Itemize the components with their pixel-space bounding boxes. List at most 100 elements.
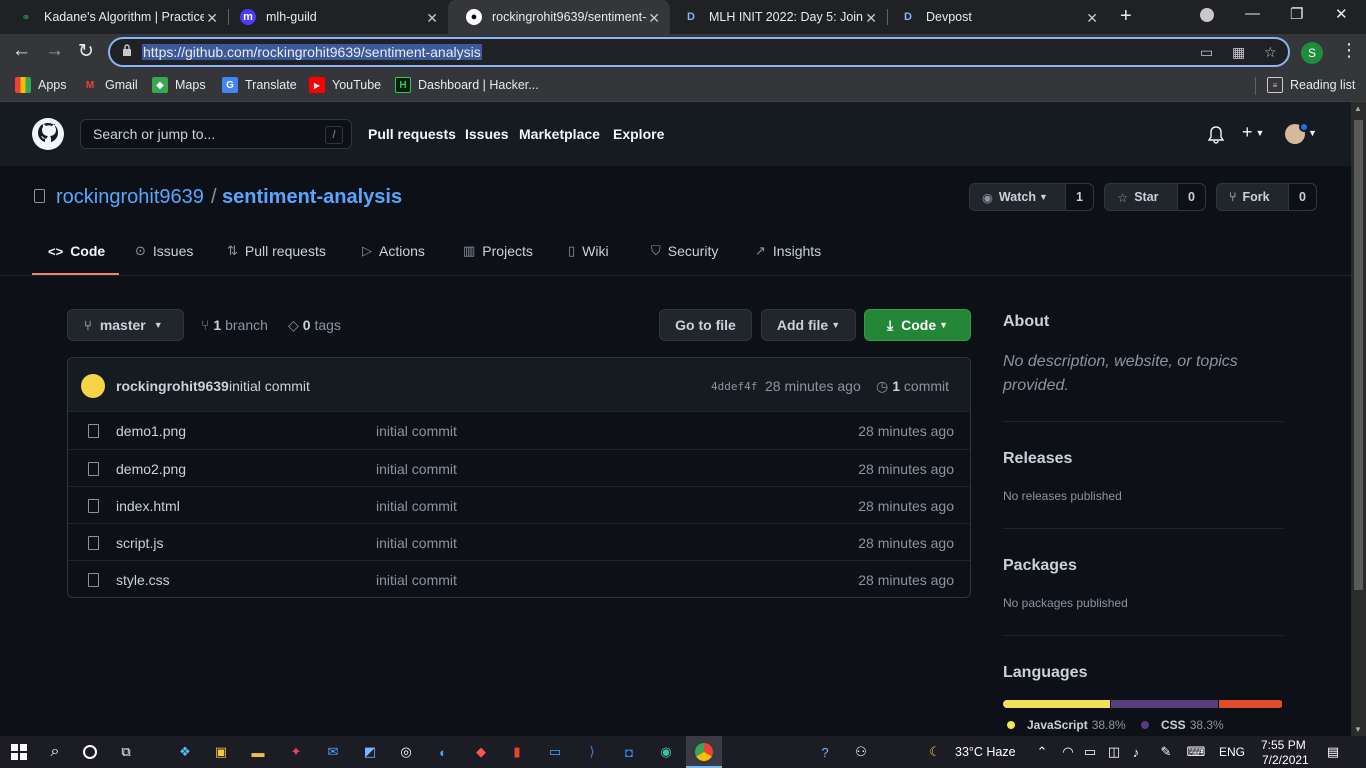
tab-search-icon[interactable]	[1200, 8, 1214, 22]
volume-icon[interactable]: ♪	[1126, 742, 1146, 762]
bookmark-translate[interactable]: G Translate	[222, 77, 297, 93]
repo-owner-link[interactable]: rockingrohit9639	[56, 186, 204, 209]
input-language[interactable]: ENG	[1219, 745, 1245, 759]
task-view-icon[interactable]: ⧉	[116, 742, 136, 762]
forward-icon[interactable]: →	[45, 40, 64, 62]
show-hidden-icons-icon[interactable]: ⌃	[1032, 742, 1052, 762]
reload-icon[interactable]: ↻	[78, 40, 94, 63]
browser-tab-active[interactable]: ● rockingrohit9639/sentiment-a ✕	[448, 0, 670, 34]
file-row[interactable]: demo2.png initial commit 28 minutes ago	[68, 449, 970, 486]
qr-code-icon[interactable]: ▦	[1232, 44, 1245, 61]
clock-date[interactable]: 7/2/2021	[1262, 753, 1309, 767]
close-tab-icon[interactable]: ✕	[426, 10, 438, 27]
keyboard-icon[interactable]: ⌨	[1186, 742, 1206, 762]
file-commit-message[interactable]: initial commit	[376, 572, 457, 588]
tab-projects[interactable]: ▥ Projects	[463, 243, 533, 259]
close-tab-icon[interactable]: ✕	[648, 10, 660, 27]
cast-icon[interactable]: ▭	[1200, 44, 1213, 61]
fork-button[interactable]: ⑂ Fork 0	[1216, 183, 1317, 211]
browser-tab[interactable]: m mlh-guild ✕	[222, 0, 448, 34]
app-icon[interactable]: ✦	[286, 742, 306, 762]
vm-icon[interactable]: ◩	[360, 742, 380, 762]
bookmark-youtube[interactable]: ▶ YouTube	[309, 77, 381, 93]
file-explorer-icon[interactable]: ▬	[248, 742, 268, 762]
chevron-down-icon[interactable]: ▼	[1308, 128, 1317, 138]
nav-marketplace[interactable]: Marketplace	[519, 126, 600, 142]
address-bar[interactable]: https://github.com/rockingrohit9639/sent…	[108, 37, 1290, 67]
new-tab-icon[interactable]: +	[1120, 5, 1132, 28]
windows-start-icon[interactable]	[9, 742, 29, 762]
star-button[interactable]: ☆ Star 0	[1104, 183, 1206, 211]
tab-issues[interactable]: ⊙ Issues	[135, 243, 193, 259]
watch-button[interactable]: ◉ Watch ▼ 1	[969, 183, 1094, 211]
battery-icon[interactable]: ▭	[1080, 742, 1100, 762]
repo-name-link[interactable]: sentiment-analysis	[222, 186, 402, 209]
commit-sha[interactable]: 4ddef4f	[711, 380, 757, 393]
url-text[interactable]: https://github.com/rockingrohit9639/sent…	[142, 44, 482, 60]
vscode-icon[interactable]: ⟩	[582, 742, 602, 762]
cortana-icon[interactable]	[80, 742, 100, 762]
language-javascript[interactable]: JavaScript 38.8%	[1007, 718, 1126, 732]
tab-wiki[interactable]: ▯ Wiki	[568, 243, 609, 259]
scroll-up-icon[interactable]: ▲	[1354, 104, 1362, 113]
branch-selector[interactable]: ⑂ master ▼	[67, 309, 184, 341]
back-icon[interactable]: ←	[12, 40, 31, 62]
nav-explore[interactable]: Explore	[613, 126, 664, 142]
file-name[interactable]: demo1.png	[116, 423, 186, 439]
pen-icon[interactable]: ✎	[1156, 742, 1176, 762]
close-tab-icon[interactable]: ✕	[865, 10, 877, 27]
office-icon[interactable]: ▮	[507, 742, 527, 762]
bookmark-gmail[interactable]: M Gmail	[82, 77, 138, 93]
weather-text[interactable]: 33°C Haze	[955, 745, 1016, 759]
minimize-icon[interactable]: —	[1245, 5, 1260, 22]
commit-message[interactable]: initial commit	[229, 378, 310, 394]
watch-count[interactable]: 1	[1065, 184, 1093, 210]
file-row[interactable]: index.html initial commit 28 minutes ago	[68, 486, 970, 523]
browser-tab[interactable]: ⚭ Kadane's Algorithm | Practice ✕	[0, 0, 228, 34]
go-to-file-button[interactable]: Go to file	[659, 309, 752, 341]
browser-tab[interactable]: D MLH INIT 2022: Day 5: Join us ✕	[665, 0, 887, 34]
chrome-taskbar-button[interactable]	[686, 736, 722, 768]
file-commit-message[interactable]: initial commit	[376, 423, 457, 439]
profile-avatar[interactable]: S	[1301, 42, 1323, 64]
dropbox-icon[interactable]: ❖	[175, 742, 195, 762]
scroll-down-icon[interactable]: ▼	[1354, 725, 1362, 734]
bookmark-maps[interactable]: ◆ Maps	[152, 77, 206, 93]
chrome-menu-icon[interactable]: ⋮	[1340, 40, 1358, 61]
branches-link[interactable]: ⑂ 1 branch	[201, 317, 268, 333]
notification-center-icon[interactable]: ▤	[1323, 742, 1343, 762]
bookmark-apps[interactable]: Apps	[15, 77, 67, 93]
nav-pull-requests[interactable]: Pull requests	[368, 126, 456, 142]
zoom-icon[interactable]: ▭	[545, 742, 565, 762]
obs-icon[interactable]: ◎	[396, 742, 416, 762]
github-search-input[interactable]: Search or jump to... /	[80, 119, 352, 149]
commit-author[interactable]: rockingrohit9639	[116, 378, 229, 394]
bookmark-star-icon[interactable]: ☆	[1264, 44, 1277, 61]
wifi-icon[interactable]: ◠	[1058, 742, 1078, 762]
releases-heading[interactable]: Releases	[1003, 450, 1072, 468]
file-commit-message[interactable]: initial commit	[376, 498, 457, 514]
tab-code[interactable]: <> Code	[48, 243, 105, 259]
file-commit-message[interactable]: initial commit	[376, 461, 457, 477]
tags-link[interactable]: ◇ 0 tags	[288, 317, 341, 334]
language-css[interactable]: CSS 38.3%	[1141, 718, 1224, 732]
tab-security[interactable]: ⛉ Security	[651, 243, 718, 259]
bookmark-hackerrank[interactable]: H Dashboard | Hacker...	[395, 77, 539, 93]
mail-icon[interactable]: ✉	[323, 742, 343, 762]
file-row[interactable]: style.css initial commit 28 minutes ago	[68, 560, 970, 597]
browser-tab[interactable]: D Devpost ✕	[882, 0, 1108, 34]
create-new-icon[interactable]: + ▼	[1242, 122, 1264, 143]
packages-heading[interactable]: Packages	[1003, 557, 1077, 575]
star-count[interactable]: 0	[1177, 184, 1205, 210]
page-scrollbar[interactable]: ▲ ▼	[1351, 102, 1366, 736]
file-row[interactable]: demo1.png initial commit 28 minutes ago	[68, 412, 970, 449]
file-name[interactable]: index.html	[116, 498, 180, 514]
file-name[interactable]: demo2.png	[116, 461, 186, 477]
nav-issues[interactable]: Issues	[465, 126, 509, 142]
people-icon[interactable]: ⚇	[851, 742, 871, 762]
scrollbar-thumb[interactable]	[1354, 120, 1363, 590]
help-icon[interactable]: ?	[815, 742, 835, 762]
fork-count[interactable]: 0	[1288, 184, 1316, 210]
meet-icon[interactable]: ◐	[433, 742, 453, 762]
github-logo-icon[interactable]	[32, 118, 64, 150]
